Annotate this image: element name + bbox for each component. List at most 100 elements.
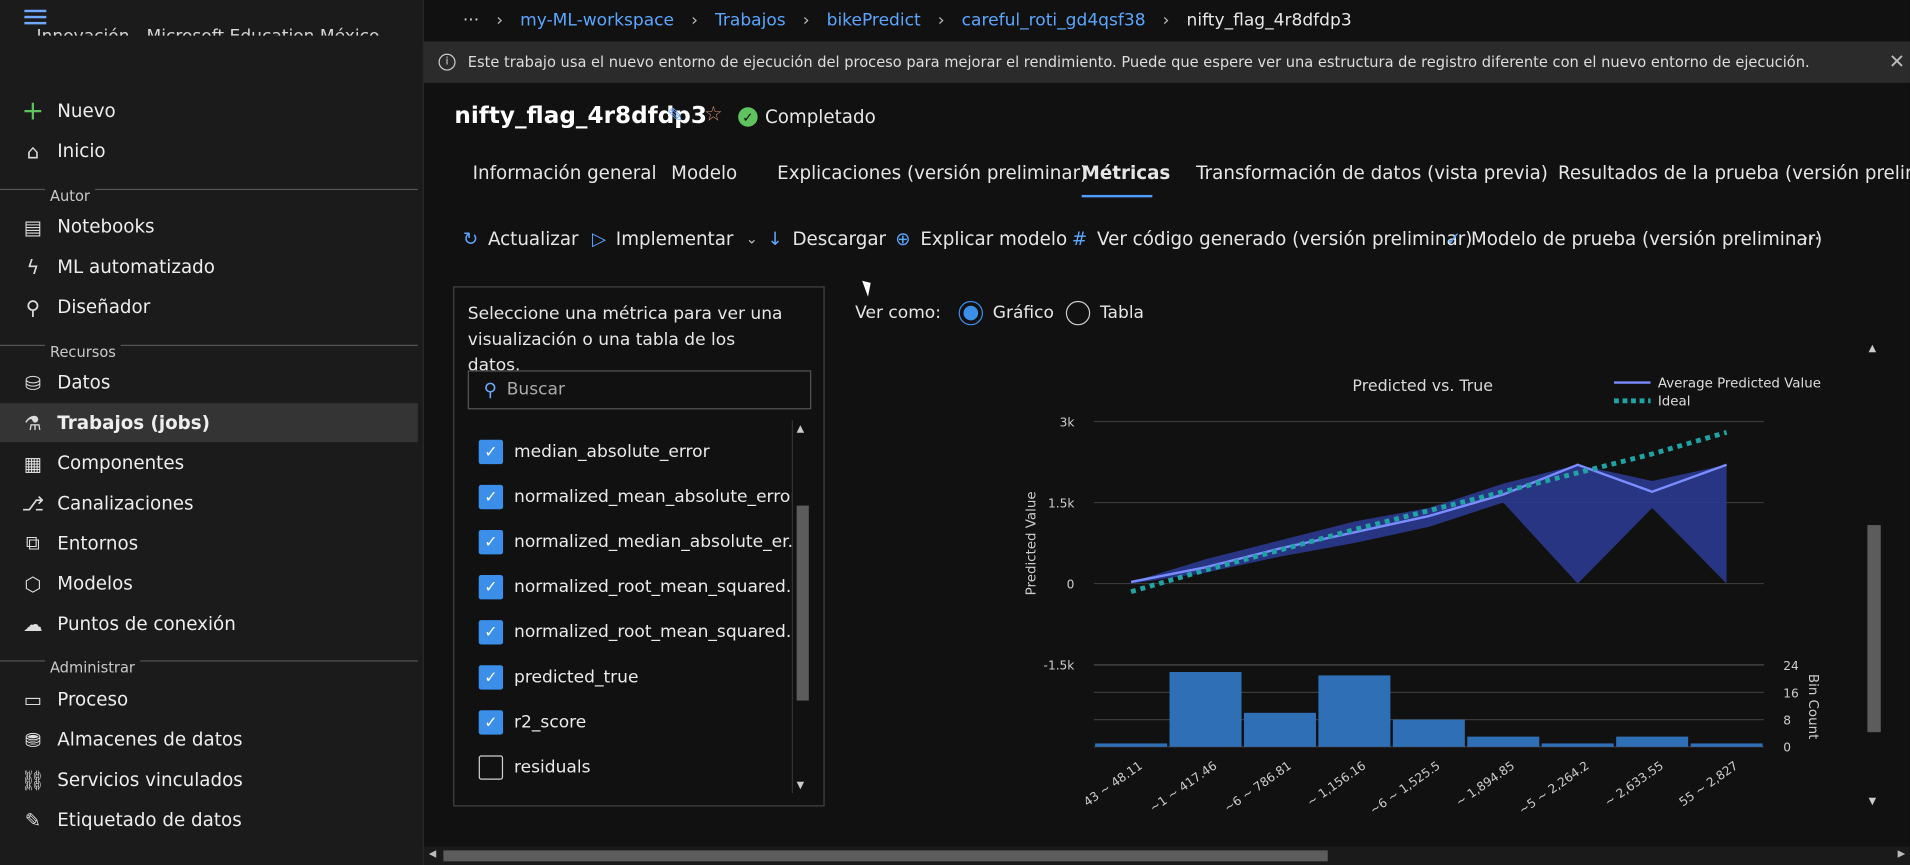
radio-table[interactable]: Tabla	[1065, 300, 1144, 326]
metric-item[interactable]: ✓ normalized_root_mean_squared...	[478, 620, 802, 645]
test-model-label: Modelo de prueba (versión preliminar)	[1470, 227, 1823, 250]
checkbox-checked[interactable]: ✓	[478, 575, 504, 600]
sidebar-item-endpoints[interactable]: ☁ Puntos de conexión	[0, 604, 418, 643]
sidebar-item-designer[interactable]: ⚲ Diseñador	[0, 288, 418, 327]
edit-pencil-icon[interactable]: ✎	[668, 104, 684, 127]
checkbox-checked[interactable]: ✓	[478, 710, 504, 735]
scroll-up-icon[interactable]: ▲	[797, 423, 804, 434]
hamburger-menu-icon[interactable]	[24, 9, 47, 27]
deploy-button[interactable]: ▷ Implementar ⌄	[592, 228, 758, 250]
section-label: Recursos	[45, 343, 121, 361]
page-root: Innovación - Microsoft Education México …	[0, 0, 1910, 865]
test-model-button[interactable]: ✓ Modelo de prueba (versión preliminar)	[1446, 228, 1822, 250]
checkbox-checked[interactable]: ✓	[478, 529, 504, 555]
horizontal-scrollbar[interactable]: ◀ ▶	[423, 846, 1910, 865]
radio-unselected[interactable]	[1065, 300, 1091, 326]
scroll-down-icon[interactable]: ▼	[797, 780, 804, 791]
metric-item[interactable]: ✓ r2_score	[478, 710, 586, 735]
environment-icon: ⧉	[25, 531, 40, 555]
scroll-up-icon[interactable]: ▲	[1869, 342, 1876, 353]
workspace-name[interactable]: Innovación - Microsoft Education México	[37, 27, 380, 36]
metric-item[interactable]: residuals	[478, 755, 591, 780]
scroll-thumb[interactable]	[796, 505, 809, 701]
sidebar-item-linked-services[interactable]: ⛓ Servicios vinculados	[0, 760, 418, 799]
legend-label: Average Predicted Value	[1658, 376, 1821, 391]
metric-item[interactable]: ✓ normalized_root_mean_squared...	[478, 575, 802, 600]
more-options-icon[interactable]: ···	[1803, 228, 1820, 250]
breadcrumb-more-icon[interactable]: ···	[463, 11, 479, 30]
radio-chart[interactable]: Gráfico	[958, 300, 1054, 326]
sidebar-item-datastores[interactable]: ⛃ Almacenes de datos	[0, 720, 418, 759]
histogram-bar	[1690, 743, 1763, 747]
sidebar-item-pipelines[interactable]: ⎇ Canalizaciones	[0, 484, 418, 523]
search-placeholder: Buscar	[506, 380, 565, 400]
radio-selected[interactable]	[958, 300, 984, 326]
metric-item[interactable]: ✓ normalized_mean_absolute_error	[478, 484, 797, 510]
explain-model-button[interactable]: ⊕ Explicar modelo	[895, 228, 1067, 250]
sidebar-item-home[interactable]: ⌂ Inicio	[0, 132, 418, 171]
sidebar-item-notebooks[interactable]: ▤ Notebooks	[0, 207, 418, 246]
sidebar-item-label: Etiquetado de datos	[57, 808, 242, 831]
sidebar-item-jobs[interactable]: ⚗ Trabajos (jobs)	[0, 403, 418, 443]
star-icon[interactable]: ☆	[704, 102, 723, 126]
tab-test-results[interactable]: Resultados de la prueba (versión prelimi…	[1558, 162, 1910, 184]
breadcrumb-parent-run[interactable]: careful_roti_gd4qsf38	[962, 11, 1146, 30]
checkbox-unchecked[interactable]	[478, 755, 504, 780]
sidebar-item-models[interactable]: ⬡ Modelos	[0, 564, 418, 603]
tab-data-transformation[interactable]: Transformación de datos (vista previa)	[1196, 162, 1548, 184]
y-tick-label: 3k	[1060, 415, 1076, 429]
sidebar-item-automl[interactable]: ϟ ML automatizado	[0, 247, 418, 286]
metrics-scrollbar[interactable]: ▲ ▼	[791, 420, 812, 794]
metric-item[interactable]: ✓ normalized_median_absolute_er...	[478, 529, 804, 555]
compute-icon: ▭	[23, 687, 43, 711]
x-tick-label: ~1 ~ 417.46	[1147, 759, 1219, 815]
tab-overview[interactable]: Información general	[473, 162, 657, 184]
info-banner: i Este trabajo usa el nuevo entorno de e…	[423, 41, 1910, 83]
x-tick-label: ~6 ~ 1,525.5	[1367, 759, 1442, 817]
sidebar-item-label: Diseñador	[57, 296, 151, 318]
breadcrumb-current: nifty_flag_4r8dfdp3	[1186, 10, 1352, 31]
sidebar-item-data-labeling[interactable]: ✎ Etiquetado de datos	[0, 800, 418, 839]
checkbox-checked[interactable]: ✓	[478, 665, 504, 690]
histogram-bar	[1467, 736, 1540, 747]
scroll-thumb[interactable]	[1867, 525, 1881, 733]
breadcrumb-jobs[interactable]: Trabajos	[715, 11, 786, 30]
sidebar-item-data[interactable]: ⛁ Datos	[0, 363, 418, 402]
metrics-description: Seleccione una métrica para ver una visu…	[467, 304, 783, 376]
tab-explanations[interactable]: Explicaciones (versión preliminar)	[777, 162, 1087, 184]
sidebar-item-compute[interactable]: ▭ Proceso	[0, 680, 418, 719]
section-label: Autor	[45, 187, 95, 205]
sidebar-item-environments[interactable]: ⧉ Entornos	[0, 524, 418, 563]
scroll-left-icon[interactable]: ◀	[429, 848, 436, 859]
sidebar-item-new[interactable]: + Nuevo	[0, 91, 418, 130]
view-code-button[interactable]: # Ver código generado (versión prelimina…	[1072, 228, 1472, 250]
scroll-down-icon[interactable]: ▼	[1869, 796, 1876, 807]
close-icon[interactable]: ✕	[1889, 50, 1905, 73]
chart-scrollbar[interactable]: ▲ ▼	[1864, 342, 1885, 807]
sidebar-item-components[interactable]: ▦ Componentes	[0, 443, 418, 482]
tab-model[interactable]: Modelo	[671, 162, 737, 184]
breadcrumb-workspace[interactable]: my-ML-workspace	[520, 11, 674, 30]
breadcrumb-experiment[interactable]: bikePredict	[827, 11, 921, 30]
endpoint-icon: ☁	[23, 612, 43, 636]
components-icon: ▦	[23, 451, 43, 475]
download-button[interactable]: ↓ Descargar	[767, 228, 886, 250]
tab-metrics[interactable]: Métricas	[1082, 162, 1171, 184]
hash-icon: #	[1071, 227, 1088, 250]
scroll-right-icon[interactable]: ▶	[1898, 848, 1905, 859]
checkbox-checked[interactable]: ✓	[478, 439, 504, 465]
metric-item[interactable]: ✓ predicted_true	[478, 665, 638, 690]
histogram-bar	[1318, 675, 1391, 747]
metric-item[interactable]: ✓ median_absolute_error	[478, 439, 710, 465]
pipeline-icon: ⎇	[21, 491, 45, 515]
view-code-label: Ver código generado (versión preliminar)	[1097, 227, 1473, 250]
checkbox-checked[interactable]: ✓	[478, 620, 504, 645]
metric-search-input[interactable]: ⚲ Buscar	[467, 370, 812, 410]
refresh-button[interactable]: ↻ Actualizar	[463, 228, 579, 250]
section-label: Administrar	[45, 659, 140, 677]
home-icon: ⌂	[26, 139, 40, 163]
sidebar-item-label: Servicios vinculados	[57, 768, 243, 791]
metric-label: normalized_median_absolute_er...	[514, 532, 804, 552]
checkbox-checked[interactable]: ✓	[478, 484, 504, 510]
scroll-thumb[interactable]	[443, 850, 1328, 862]
